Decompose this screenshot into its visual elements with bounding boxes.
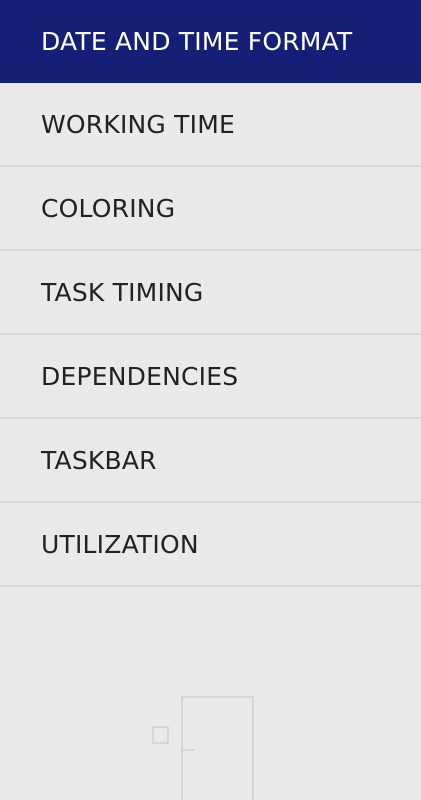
menu-item-label: TASKBAR [41,445,157,475]
menu-item-coloring[interactable]: COLORING [0,167,421,251]
menu-item-label: DATE AND TIME FORMAT [41,27,353,56]
menu-item-working-time[interactable]: WORKING TIME [0,83,421,167]
door-illustration-icon [152,696,254,800]
menu-item-utilization[interactable]: UTILIZATION [0,503,421,587]
menu-item-taskbar[interactable]: TASKBAR [0,419,421,503]
settings-menu: DATE AND TIME FORMAT WORKING TIME COLORI… [0,0,421,587]
settings-sidebar: DATE AND TIME FORMAT WORKING TIME COLORI… [0,0,421,800]
menu-item-date-and-time-format[interactable]: DATE AND TIME FORMAT [0,0,421,83]
menu-item-label: TASK TIMING [41,277,204,307]
menu-item-label: DEPENDENCIES [41,361,239,391]
menu-item-label: UTILIZATION [41,529,199,559]
menu-item-dependencies[interactable]: DEPENDENCIES [0,335,421,419]
menu-item-label: WORKING TIME [41,109,235,139]
menu-item-label: COLORING [41,193,176,223]
menu-item-task-timing[interactable]: TASK TIMING [0,251,421,335]
